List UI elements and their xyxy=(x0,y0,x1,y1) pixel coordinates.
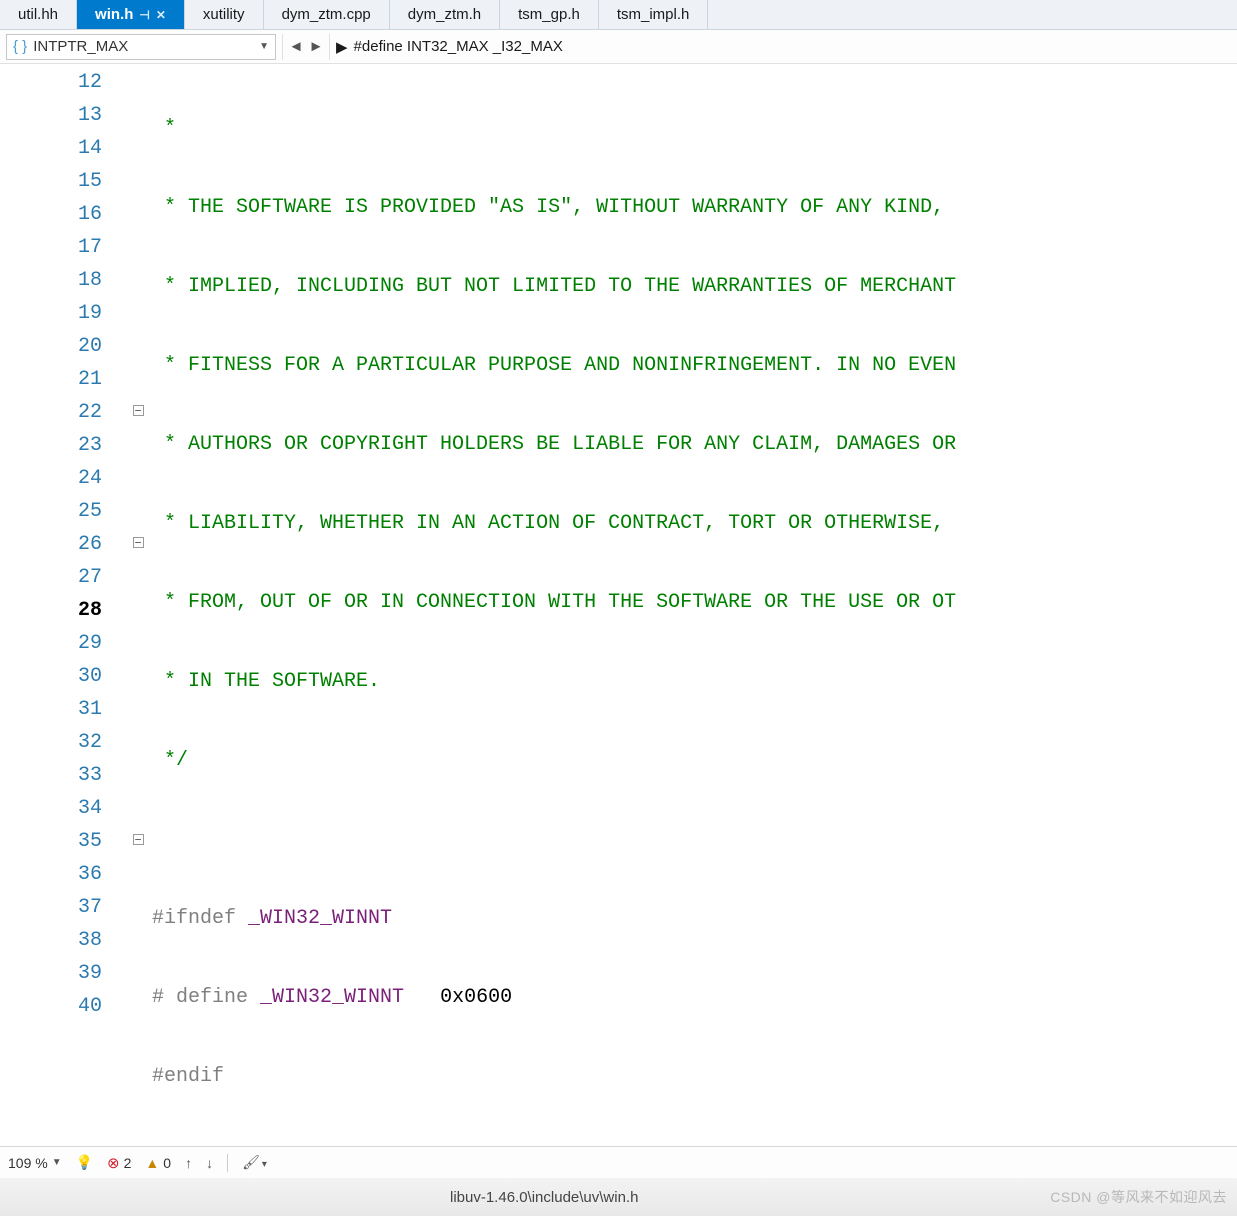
scope-combo[interactable]: { }INTPTR_MAX ▼ xyxy=(6,34,276,60)
fold-toggle-icon[interactable]: − xyxy=(133,834,144,845)
fold-toggle-icon[interactable]: − xyxy=(133,405,144,416)
tab-dym-ztm-h[interactable]: dym_ztm.h xyxy=(390,0,500,29)
lightbulb-icon[interactable]: 💡 xyxy=(76,1154,93,1171)
scope-icon: { } xyxy=(13,38,27,55)
tab-tsm-impl-h[interactable]: tsm_impl.h xyxy=(599,0,709,29)
tab-util-hh[interactable]: util.hh xyxy=(0,0,77,29)
chevron-down-icon: ▼ xyxy=(259,41,269,52)
define-icon: ▶ xyxy=(336,38,348,56)
nav-arrow-group: ◄ ► xyxy=(282,34,330,60)
tab-win-h[interactable]: win.h ⊣ ✕ xyxy=(77,0,185,29)
tab-dym-ztm-cpp[interactable]: dym_ztm.cpp xyxy=(264,0,390,29)
line-number-gutter: 1213141516171819202122232425262728293031… xyxy=(36,64,124,1146)
nav-prev-icon[interactable]: ◄ xyxy=(287,38,305,55)
pin-icon[interactable]: ⊣ xyxy=(139,8,149,22)
warnings-indicator[interactable]: ▲ 0 xyxy=(145,1155,171,1171)
fold-toggle-icon[interactable]: − xyxy=(133,537,144,548)
zoom-combo[interactable]: 109 % ▼ xyxy=(8,1155,62,1171)
code-area[interactable]: * * THE SOFTWARE IS PROVIDED "AS IS", WI… xyxy=(152,64,1237,1146)
errors-indicator[interactable]: ⊗ 2 xyxy=(107,1154,131,1172)
file-path: libuv-1.46.0\include\uv\win.h xyxy=(450,1189,638,1206)
tab-xutility[interactable]: xutility xyxy=(185,0,264,29)
navigation-bar: { }INTPTR_MAX ▼ ◄ ► ▶ #define INT32_MAX … xyxy=(0,30,1237,64)
tab-tsm-gp-h[interactable]: tsm_gp.h xyxy=(500,0,599,29)
watermark: CSDN @等风来不如迎风去 xyxy=(1050,1187,1227,1207)
footer: libuv-1.46.0\include\uv\win.h CSDN @等风来不… xyxy=(0,1178,1237,1216)
member-crumb[interactable]: ▶ #define INT32_MAX _I32_MAX xyxy=(336,38,563,56)
tab-strip: util.hh win.h ⊣ ✕ xutility dym_ztm.cpp d… xyxy=(0,0,1237,30)
editor: 1213141516171819202122232425262728293031… xyxy=(0,64,1237,1146)
prev-issue-icon[interactable]: ↑ xyxy=(185,1155,192,1171)
quick-actions-icon[interactable]: 🖌 xyxy=(242,1154,267,1171)
status-bar: 109 % ▼ 💡 ⊗ 2 ▲ 0 ↑ ↓ 🖌 xyxy=(0,1146,1237,1178)
next-issue-icon[interactable]: ↓ xyxy=(206,1155,213,1171)
nav-next-icon[interactable]: ► xyxy=(307,38,325,55)
fold-column: − − − xyxy=(124,64,152,1146)
close-icon[interactable]: ✕ xyxy=(156,8,166,22)
glyph-margin xyxy=(0,64,36,1146)
